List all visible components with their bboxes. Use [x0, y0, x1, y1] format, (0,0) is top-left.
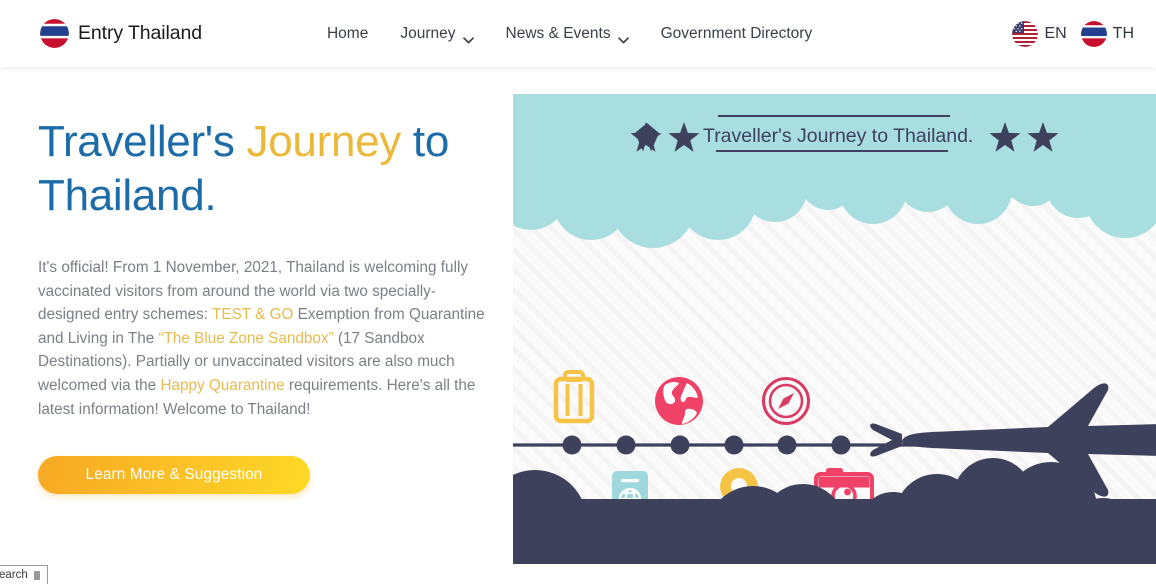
- chevron-down-icon: [617, 31, 629, 44]
- hero-illustration-svg: Traveller's Journey to Thailand.: [513, 94, 1156, 564]
- hero-illustration: Traveller's Journey to Thailand.: [513, 94, 1156, 564]
- brand-name: Entry Thailand: [78, 22, 202, 44]
- hero-section: Traveller's Journey to Thailand. It's of…: [0, 67, 1156, 584]
- page-title-accent: Journey: [246, 117, 402, 166]
- nav-label: Home: [326, 24, 369, 42]
- resize-handle-icon: [33, 571, 40, 580]
- nav-item-government-directory[interactable]: Government Directory: [645, 19, 829, 49]
- link-happy-quarantine[interactable]: Happy Quarantine: [160, 377, 284, 394]
- hero-text-column: Traveller's Journey to Thailand. It's of…: [0, 67, 513, 584]
- browser-status-text: earch: [0, 569, 28, 581]
- main-navigation: Home Journey News & Events Government Di…: [311, 19, 828, 49]
- page-title: Traveller's Journey to Thailand.: [38, 115, 513, 223]
- page-title-part1: Traveller's: [38, 117, 247, 166]
- banner-title: Traveller's Journey to Thailand.: [703, 125, 973, 147]
- browser-status-chip: earch: [0, 565, 48, 584]
- link-test-and-go[interactable]: TEST & GO: [212, 306, 293, 323]
- language-code-en: EN: [1044, 24, 1067, 42]
- globe-icon: [655, 377, 703, 425]
- timeline-dot: [670, 435, 690, 455]
- thai-flag-circle-icon: [1080, 20, 1107, 47]
- nav-item-home[interactable]: Home: [311, 19, 384, 49]
- us-flag-circle-icon: [1012, 20, 1039, 47]
- hero-description: It's official! From 1 November, 2021, Th…: [38, 256, 490, 421]
- timeline-dot: [831, 435, 851, 455]
- timeline-dot: [777, 435, 797, 455]
- timeline-dot: [562, 435, 582, 455]
- nav-item-news-events[interactable]: News & Events: [490, 19, 645, 49]
- timeline-dot: [724, 435, 744, 455]
- thai-flag-circle-icon: [40, 19, 69, 48]
- language-option-th[interactable]: TH: [1080, 20, 1134, 47]
- brand-logo-link[interactable]: Entry Thailand: [40, 19, 202, 48]
- nav-label: Journey: [400, 24, 456, 42]
- language-code-th: TH: [1112, 24, 1134, 42]
- site-header: Entry Thailand Home Journey News & Event…: [0, 0, 1156, 67]
- nav-label: News & Events: [505, 24, 611, 42]
- nav-item-journey[interactable]: Journey: [384, 19, 489, 49]
- chevron-down-icon: [462, 31, 474, 44]
- compass-icon: [762, 377, 810, 425]
- timeline-dot: [616, 435, 636, 455]
- nav-label: Government Directory: [660, 24, 813, 42]
- link-blue-zone-sandbox[interactable]: “The Blue Zone Sandbox”: [158, 330, 333, 347]
- language-option-en[interactable]: EN: [1012, 20, 1067, 47]
- learn-more-button[interactable]: Learn More & Suggestion: [38, 456, 310, 495]
- language-switcher: EN TH: [1012, 20, 1134, 47]
